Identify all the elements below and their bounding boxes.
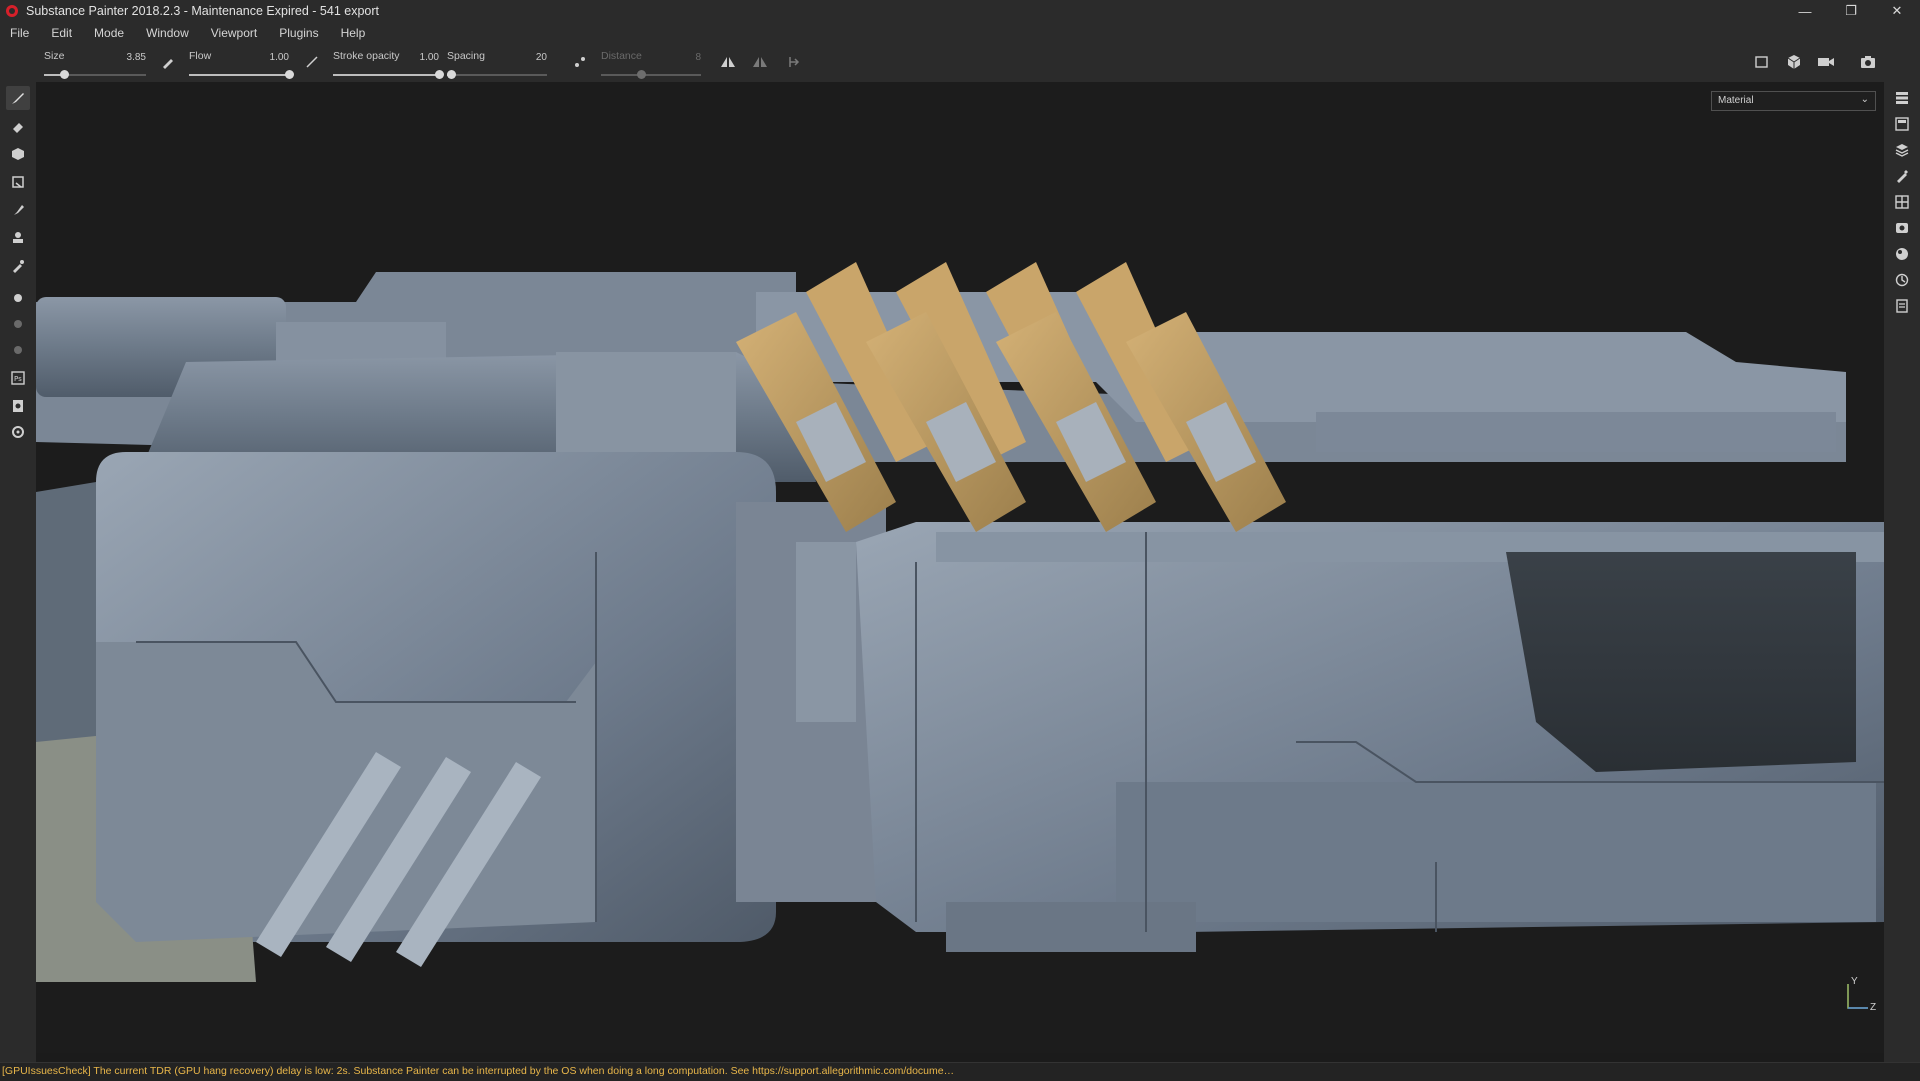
particle-icon (6, 312, 30, 336)
spacing-knob[interactable] (447, 70, 456, 79)
window-controls: — ❐ ✕ (1782, 0, 1920, 22)
symmetry-options-icon[interactable] (784, 52, 804, 72)
camera-settings-icon[interactable] (1816, 52, 1836, 72)
flow-slider[interactable]: Flow 1.00 (189, 48, 294, 79)
distance-label: Distance (601, 50, 642, 62)
properties-icon[interactable] (1890, 164, 1914, 188)
connector-plate (796, 542, 856, 722)
axis-y-label: Y (1851, 976, 1858, 987)
left-tool-bar: Ps (0, 82, 36, 1070)
lazy-mouse-icon[interactable] (570, 52, 590, 72)
distance-knob (637, 70, 646, 79)
camera-3d-icon[interactable] (1784, 52, 1804, 72)
close-icon[interactable]: ✕ (1874, 0, 1920, 22)
flow-track[interactable] (189, 70, 294, 79)
viewport-channel-select[interactable]: Material ⌄ (1711, 91, 1876, 111)
distance-slider: Distance 8 (601, 48, 701, 79)
rail-bracket (1316, 412, 1836, 452)
size-knob[interactable] (60, 70, 70, 79)
axis-gizmo: Y Z (1838, 976, 1878, 1018)
physics-icon (6, 338, 30, 362)
log-icon[interactable] (1890, 294, 1914, 318)
history-icon[interactable] (1890, 268, 1914, 292)
settings-icon[interactable] (6, 420, 30, 444)
size-slider[interactable]: Size 3.85 (44, 48, 146, 79)
rendered-mesh (36, 262, 1884, 1053)
menu-bar: File Edit Mode Window Viewport Plugins H… (0, 22, 1920, 44)
export-icon[interactable] (6, 394, 30, 418)
symmetry-y-icon[interactable] (750, 52, 770, 72)
title-bar: Substance Painter 2018.2.3 - Maintenance… (0, 0, 1920, 22)
viewer-settings-icon[interactable] (1890, 216, 1914, 240)
spacing-value[interactable]: 20 (536, 52, 547, 63)
size-label: Size (44, 50, 65, 62)
restore-icon[interactable]: ❐ (1828, 0, 1874, 22)
status-bar: [GPUIssuesCheck] The current TDR (GPU ha… (0, 1062, 1920, 1081)
paint-brush-icon[interactable] (6, 86, 30, 110)
3d-viewport[interactable] (36, 82, 1884, 1053)
menu-mode[interactable]: Mode (83, 26, 135, 40)
flow-knob[interactable] (285, 70, 294, 79)
distance-value: 8 (695, 52, 701, 63)
texture-set-list-icon[interactable] (1890, 86, 1914, 110)
lower-bracket (946, 902, 1196, 952)
size-track[interactable] (44, 70, 146, 79)
stroke-opacity-value[interactable]: 1.00 (420, 52, 439, 63)
projection-icon[interactable] (6, 142, 30, 166)
camera-2d-icon[interactable] (1752, 52, 1772, 72)
menu-file[interactable]: File (0, 26, 40, 40)
photoshop-export-icon[interactable]: Ps (6, 366, 30, 390)
polygon-fill-icon[interactable] (6, 170, 30, 194)
layers-icon[interactable] (1890, 138, 1914, 162)
menu-window[interactable]: Window (135, 26, 200, 40)
size-value[interactable]: 3.85 (127, 52, 146, 63)
screenshot-icon[interactable] (1858, 52, 1878, 72)
display-settings-icon[interactable] (1890, 190, 1914, 214)
context-toolbar: Size 3.85 Flow 1.00 Stroke opacity 1.00 … (0, 44, 1920, 82)
substance-painter-logo-icon (6, 5, 18, 17)
menu-plugins[interactable]: Plugins (268, 26, 329, 40)
viewport-bottom (36, 1045, 1884, 1053)
dark-panel (1506, 552, 1856, 772)
svg-text:Ps: Ps (14, 375, 22, 383)
clone-icon[interactable] (6, 226, 30, 250)
menu-help[interactable]: Help (330, 26, 377, 40)
menu-viewport[interactable]: Viewport (200, 26, 268, 40)
flow-fill (189, 74, 289, 76)
spacing-label: Spacing (447, 50, 485, 62)
flow-label: Flow (189, 50, 212, 62)
pen-pressure-icon[interactable] (158, 52, 178, 72)
channel-select-value: Material (1718, 95, 1754, 106)
menu-edit[interactable]: Edit (40, 26, 83, 40)
stroke-icon[interactable] (302, 52, 322, 72)
eraser-icon[interactable] (6, 114, 30, 138)
stroke-opacity-label: Stroke opacity (333, 50, 400, 62)
stroke-opacity-fill (333, 74, 439, 76)
right-panel-bar (1884, 82, 1920, 1070)
stroke-opacity-slider[interactable]: Stroke opacity 1.00 (333, 48, 444, 79)
flow-value[interactable]: 1.00 (270, 52, 289, 63)
distance-fill (601, 74, 641, 76)
spacing-slider[interactable]: Spacing 20 (447, 48, 547, 79)
symmetry-x-icon[interactable] (718, 52, 738, 72)
texture-set-settings-icon[interactable] (1890, 112, 1914, 136)
shelf-icon[interactable] (1890, 242, 1914, 266)
axis-z-label: Z (1870, 1002, 1877, 1013)
chevron-down-icon: ⌄ (1860, 94, 1869, 105)
window-title: Substance Painter 2018.2.3 - Maintenance… (26, 4, 379, 18)
lower-rail (1116, 782, 1876, 922)
stroke-opacity-knob[interactable] (435, 70, 444, 79)
color-picker-icon[interactable] (6, 254, 30, 278)
minimize-icon[interactable]: — (1782, 0, 1828, 22)
status-message: [GPUIssuesCheck] The current TDR (GPU ha… (2, 1065, 955, 1077)
bake-icon[interactable] (6, 286, 30, 310)
spacing-track[interactable] (447, 70, 547, 79)
distance-track (601, 70, 701, 79)
stroke-opacity-track[interactable] (333, 70, 444, 79)
smudge-icon[interactable] (6, 198, 30, 222)
